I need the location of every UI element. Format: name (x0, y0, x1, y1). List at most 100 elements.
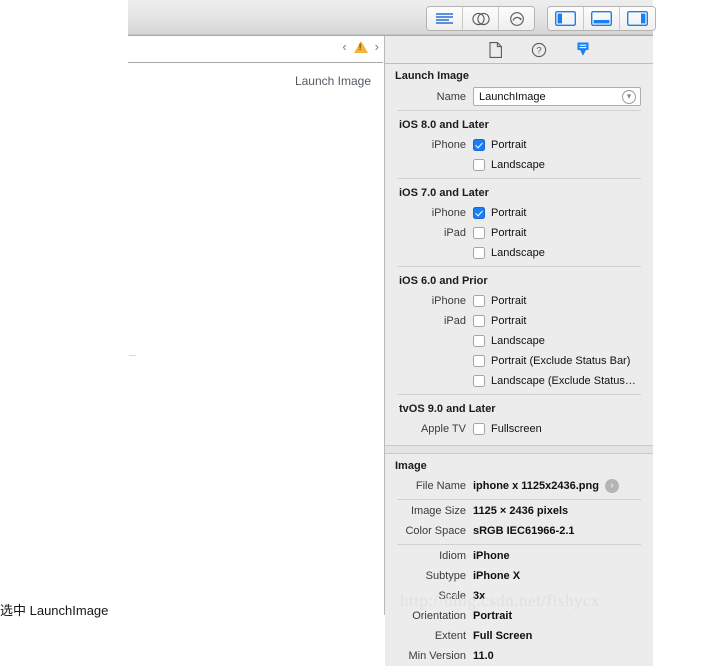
option-row: Landscape (385, 243, 653, 263)
asset-catalog-canvas[interactable]: Launch Image (128, 63, 383, 615)
svg-text:?: ? (536, 45, 541, 56)
name-input[interactable]: LaunchImage ▾ (473, 87, 641, 106)
version-editor-button[interactable] (499, 7, 534, 30)
checkbox-ios8-iphone-landscape[interactable]: Landscape (473, 156, 545, 174)
option-row-label: iPhone (431, 207, 466, 219)
previous-issue-button[interactable]: ‹ (342, 40, 346, 53)
group-title-tvos: tvOS 9.0 and Later (399, 403, 496, 415)
image-size-value: 1125 × 2436 pixels (473, 505, 569, 517)
divider (397, 544, 641, 545)
name-field-row: Name LaunchImage ▾ (385, 86, 653, 107)
option-row-label: iPhone (431, 139, 466, 151)
editor-jump-bar: ‹ › (128, 36, 383, 63)
min-version-row: Min Version 11.0 (385, 646, 653, 666)
scale-label: Scale (438, 590, 466, 602)
option-row: iPad Portrait (385, 223, 653, 243)
issue-navigation-controls[interactable]: ‹ › (342, 40, 379, 53)
idiom-row: Idiom iPhone (385, 546, 653, 566)
checkbox-box[interactable] (473, 375, 485, 387)
divider (397, 499, 641, 500)
option-row: Apple TV Fullscreen (385, 419, 653, 439)
checkbox-label: Landscape (491, 335, 545, 347)
file-name-value: iphone x 1125x2436.png (473, 480, 599, 492)
option-row-label: iPad (443, 227, 466, 239)
option-row-label: Apple TV (420, 423, 466, 435)
option-row: iPhone Portrait (385, 291, 653, 311)
checkbox-box[interactable] (473, 227, 485, 239)
color-space-row: Color Space sRGB IEC61966-2.1 (385, 521, 653, 541)
checkbox-ios7-ipad-portrait[interactable]: Portrait (473, 224, 526, 242)
orientation-row: Orientation Portrait (385, 606, 653, 626)
document-icon (488, 41, 502, 58)
option-row: Landscape (Exclude Status… (385, 371, 653, 391)
toggle-navigator-button[interactable] (548, 7, 584, 30)
canvas-divider-mark (129, 355, 136, 356)
extent-row: Extent Full Screen (385, 626, 653, 646)
checkbox-box[interactable] (473, 423, 485, 435)
lines-icon (436, 13, 453, 24)
checkbox-ios6-iphone-portrait[interactable]: Portrait (473, 292, 526, 310)
divider (397, 394, 641, 395)
checkbox-box[interactable] (473, 139, 485, 151)
panel-right-icon (627, 11, 648, 26)
checkbox-tvos-appletv-fullscreen[interactable]: Fullscreen (473, 420, 542, 438)
checkbox-ios7-ipad-landscape[interactable]: Landscape (473, 244, 545, 262)
quick-help-inspector-tab[interactable]: ? (528, 40, 550, 60)
checkbox-box[interactable] (473, 355, 485, 367)
group-title-ios7: iOS 7.0 and Later (399, 187, 489, 199)
editor-mode-segmented-control[interactable] (426, 6, 535, 31)
inspector-tab-bar[interactable]: ? (385, 36, 653, 64)
attributes-arrow-icon (577, 42, 589, 56)
checkbox-label: Portrait (491, 315, 527, 327)
inspector-content: Launch Image Name LaunchImage ▾ iOS 8.0 … (385, 64, 653, 666)
checkbox-box[interactable] (473, 159, 485, 171)
scale-row: Scale 3x (385, 586, 653, 606)
assistant-editor-button[interactable] (463, 7, 499, 30)
checkbox-box[interactable] (473, 315, 485, 327)
min-version-label: Min Version (408, 650, 466, 662)
checkbox-ios6-ipad-landscape[interactable]: Landscape (473, 332, 545, 350)
min-version-value: 11.0 (473, 650, 494, 662)
checkbox-label: Portrait (491, 139, 527, 151)
toggle-debug-area-button[interactable] (584, 7, 620, 30)
file-name-row: File Name iphone x 1125x2436.png › (385, 476, 653, 496)
name-reveal-icon[interactable]: ▾ (622, 89, 636, 104)
option-row: iPad Portrait (385, 311, 653, 331)
warning-triangle-icon[interactable] (353, 40, 368, 53)
attributes-inspector-tab[interactable] (572, 40, 594, 60)
toggle-utilities-button[interactable] (620, 7, 655, 30)
checkbox-box[interactable] (473, 207, 485, 219)
name-input-value: LaunchImage (479, 90, 546, 103)
image-size-row: Image Size 1125 × 2436 pixels (385, 501, 653, 521)
option-row-label: iPhone (431, 295, 466, 307)
color-space-value: sRGB IEC61966-2.1 (473, 525, 575, 537)
image-size-label: Image Size (410, 505, 466, 517)
checkbox-box[interactable] (473, 295, 485, 307)
checkbox-label: Portrait (491, 227, 527, 239)
reveal-in-finder-icon[interactable]: › (604, 479, 619, 493)
scale-value: 3x (473, 590, 486, 602)
option-row: Landscape (385, 155, 653, 175)
option-row: Portrait (Exclude Status Bar) (385, 351, 653, 371)
next-issue-button[interactable]: › (375, 40, 379, 53)
checkbox-ios8-iphone-portrait[interactable]: Portrait (473, 136, 526, 154)
file-inspector-tab[interactable] (484, 40, 506, 60)
checkbox-ios6-landscape-exclude-status-bar[interactable]: Landscape (Exclude Status… (473, 372, 636, 390)
checkbox-box[interactable] (473, 335, 485, 347)
checkbox-box[interactable] (473, 247, 485, 259)
checkbox-ios6-portrait-exclude-status-bar[interactable]: Portrait (Exclude Status Bar) (473, 352, 630, 370)
subtype-row: Subtype iPhone X (385, 566, 653, 586)
panel-toggle-segmented-control[interactable] (547, 6, 656, 31)
window-toolbar (128, 0, 656, 36)
section-separator-band (385, 445, 653, 454)
footer-caption: 选中 LaunchImage (0, 603, 109, 618)
checkbox-ios7-iphone-portrait[interactable]: Portrait (473, 204, 526, 222)
orientation-value: Portrait (473, 610, 513, 622)
checkbox-label: Landscape (491, 159, 545, 171)
venn-circles-icon (471, 12, 490, 25)
checkbox-ios6-ipad-portrait[interactable]: Portrait (473, 312, 526, 330)
standard-editor-button[interactable] (427, 7, 463, 30)
group-title-ios6: iOS 6.0 and Prior (399, 275, 488, 287)
idiom-value: iPhone (473, 550, 510, 562)
image-section-title: Image (395, 460, 427, 472)
